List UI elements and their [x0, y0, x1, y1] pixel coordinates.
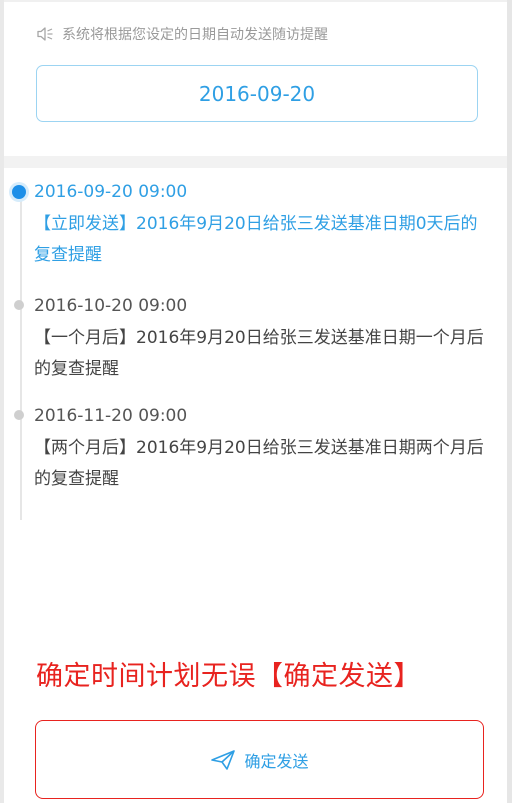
hint-text: 确定时间计划无误【确定发送】 — [36, 661, 421, 692]
timeline-dot — [14, 300, 24, 310]
confirm-send-label: 确定发送 — [244, 751, 309, 771]
timeline-time: 2016-09-20 09:00 — [34, 182, 188, 202]
timeline-description: 【两个月后】2016年9月20日给张三发送基准日期两个月后的复查提醒 — [34, 438, 484, 489]
notice-text: 系统将根据您设定的日期自动发送随访提醒 — [62, 27, 328, 43]
timeline-description: 【立即发送】2016年9月20日给张三发送基准日期0天后的复查提醒 — [34, 214, 478, 265]
timeline-dot-active — [12, 185, 26, 199]
timeline-line — [20, 190, 22, 520]
speaker-icon — [36, 26, 54, 42]
timeline-time: 2016-11-20 09:00 — [34, 406, 188, 426]
timeline-description: 【一个月后】2016年9月20日给张三发送基准日期一个月后的复查提醒 — [34, 328, 484, 379]
section-divider — [4, 156, 507, 168]
frame-left-edge — [0, 0, 4, 803]
confirm-send-button[interactable]: 确定发送 — [35, 720, 484, 799]
date-selector-value: 2016-09-20 — [198, 81, 316, 106]
paper-plane-icon — [210, 749, 236, 771]
timeline-time: 2016-10-20 09:00 — [34, 296, 188, 316]
frame-right-edge — [507, 0, 512, 803]
notice-bar: 系统将根据您设定的日期自动发送随访提醒 — [36, 22, 328, 46]
date-selector[interactable]: 2016-09-20 — [36, 65, 478, 122]
frame-top-edge — [0, 0, 512, 2]
timeline-dot — [14, 410, 24, 420]
